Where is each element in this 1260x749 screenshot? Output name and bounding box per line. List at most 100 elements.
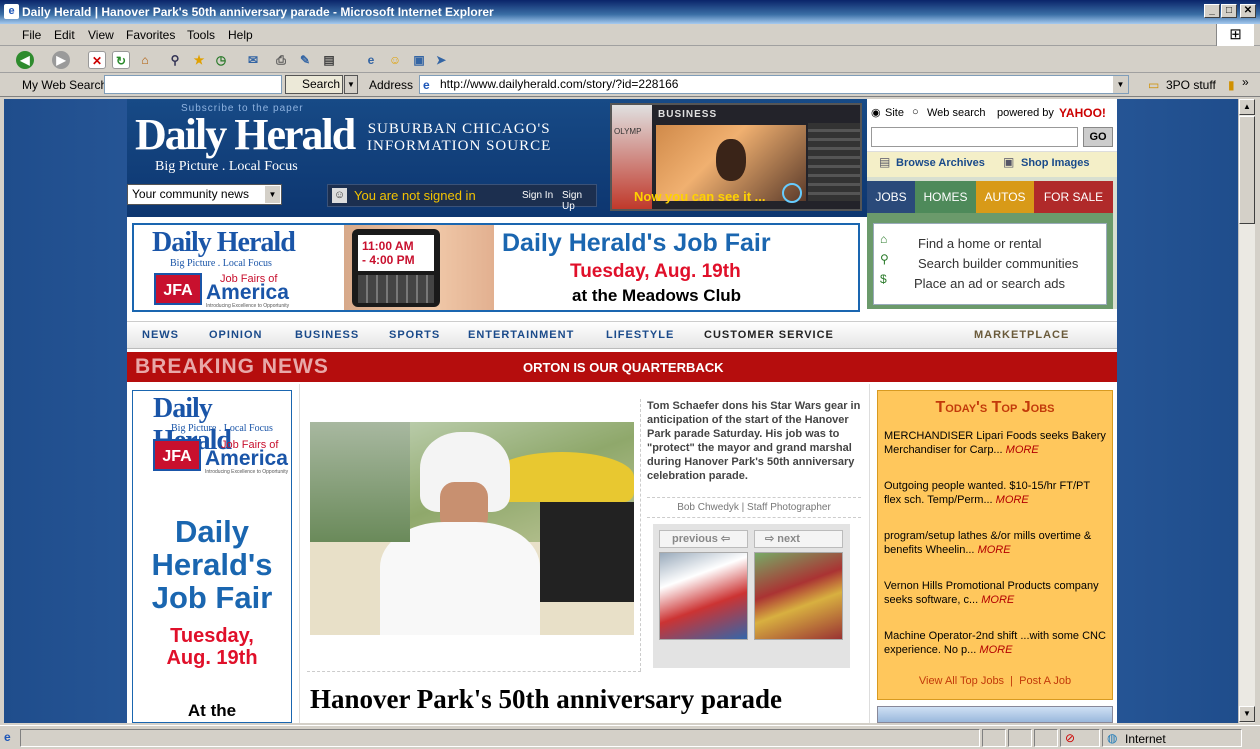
photo-gallery: previous ⇦ ⇨ next [653,524,850,668]
scroll-up-icon[interactable]: ▲ [1239,99,1255,115]
title-bar[interactable]: e Daily Herald | Hanover Park's 50th ann… [0,0,1260,24]
job-more-link[interactable]: MORE [996,494,1029,506]
menu-file[interactable]: File [22,28,41,42]
place-ad-link[interactable]: Place an ad or search ads [914,276,1065,291]
business-label: BUSINESS [658,109,718,120]
job-item[interactable]: program/setup lathes &/or mills overtime… [884,529,1108,557]
minimize-button[interactable]: _ [1204,4,1220,18]
web-search-radio[interactable]: ○ [912,106,919,118]
back-icon[interactable]: ◀ [16,51,34,69]
find-home-link[interactable]: Find a home or rental [918,236,1042,251]
sign-in-bar: ☺ You are not signed in Sign In Sign Up [327,184,597,212]
user-icon: ☺ [332,188,347,203]
sign-up-link[interactable]: Sign Up [562,190,596,212]
stop-icon[interactable]: ✕ [88,51,106,69]
vertical-scrollbar[interactable]: ▲ ▼ [1238,99,1255,723]
post-job-link[interactable]: Post A Job [1019,675,1071,687]
breaking-headline[interactable]: ORTON IS OUR QUARTERBACK [523,360,724,375]
job-fair-side-ad[interactable]: Daily Herald Big Picture . Local Focus J… [132,390,292,723]
job-more-link[interactable]: MORE [1006,444,1039,456]
job-item[interactable]: Machine Operator-2nd shift ...with some … [884,629,1108,657]
nav-business[interactable]: BUSINESS [295,329,359,341]
next-button[interactable]: ⇨ next [754,530,843,548]
tab-homes[interactable]: HOMES [915,181,976,213]
tab-jobs[interactable]: JOBS [867,181,915,213]
favorites-icon[interactable]: ★ [190,51,208,69]
view-all-jobs-link[interactable]: View All Top Jobs [919,675,1004,687]
community-news-select[interactable]: Your community news ▼ [127,184,282,205]
site-search-input[interactable] [871,127,1078,147]
play-icon[interactable] [782,183,802,203]
shop-images-link[interactable]: Shop Images [1021,157,1089,169]
security-zone-label: Internet [1125,732,1166,746]
cursor-icon[interactable]: ➤ [432,51,450,69]
address-toolbar: My Web Search Search ▼ Address e http://… [0,73,1260,97]
print-icon[interactable]: ⎙ [272,51,290,69]
address-dropdown-icon[interactable]: ▼ [1113,76,1128,93]
menu-tools[interactable]: Tools [187,28,215,42]
menu-edit[interactable]: Edit [54,28,75,42]
menu-view[interactable]: View [88,28,114,42]
job-more-link[interactable]: MORE [978,544,1011,556]
link-icon[interactable]: ▮ [1228,78,1235,92]
job-fair-banner[interactable]: Daily Herald Big Picture . Local Focus J… [132,223,860,312]
home-icon[interactable]: ⌂ [136,51,154,69]
nav-lifestyle[interactable]: LIFESTYLE [606,329,674,341]
address-input[interactable]: e http://www.dailyherald.com/story/?id=2… [419,75,1129,94]
nav-sports[interactable]: SPORTS [389,329,440,341]
tab-for-sale[interactable]: FOR SALE [1034,181,1113,213]
thumbnail-next[interactable] [754,552,843,640]
site-radio[interactable]: ◉ [871,106,881,119]
job-item[interactable]: Outgoing people wanted. $10-15/hr FT/PT … [884,479,1108,507]
go-button[interactable]: GO [1083,127,1113,147]
side-ad-title: Daily Herald's Job Fair [151,514,273,615]
nav-news[interactable]: NEWS [142,329,179,341]
history-icon[interactable]: ◷ [212,51,230,69]
sign-in-link[interactable]: Sign In [522,190,553,201]
job-item[interactable]: MERCHANDISER Lipari Foods seeks Bakery M… [884,429,1108,457]
research-icon[interactable]: e [362,51,380,69]
chevron-right-icon[interactable]: » [1242,75,1249,89]
slogan-line-2: INFORMATION SOURCE [367,138,552,154]
business-video-promo[interactable]: OLYMP BUSINESS Now you can see it ... [610,103,862,211]
nav-customer-service[interactable]: CUSTOMER SERVICE [704,329,834,341]
messenger-icon[interactable]: ☺ [386,51,404,69]
yahoo-logo: YAHOO! [1059,106,1106,120]
banner-logo: Daily Herald [152,227,296,258]
edit-icon[interactable]: ✎ [296,51,314,69]
popup-blocked-icon[interactable]: ⊘ [1060,729,1100,747]
breaking-news-bar[interactable]: BREAKING NEWS ORTON IS OUR QUARTERBACK [127,352,1117,382]
site-logo[interactable]: Daily Herald [135,111,356,159]
job-more-link[interactable]: MORE [979,644,1012,656]
close-button[interactable]: ✕ [1240,4,1256,18]
nav-opinion[interactable]: OPINION [209,329,262,341]
web-search-input[interactable] [104,75,282,94]
search-button[interactable]: Search [285,75,343,94]
side-ad-tagline: Big Picture . Local Focus [171,423,273,434]
refresh-icon[interactable]: ↻ [112,51,130,69]
mail-icon[interactable]: ✉ [244,51,262,69]
maximize-button[interactable]: □ [1221,4,1237,18]
search-icon[interactable]: ⚲ [166,51,184,69]
job-item[interactable]: Vernon Hills Promotional Products compan… [884,579,1108,607]
web-search-label: Web search [927,107,986,119]
nav-entertainment[interactable]: ENTERTAINMENT [468,329,574,341]
computer-icon[interactable]: ▣ [410,51,428,69]
previous-button[interactable]: previous ⇦ [659,530,748,548]
menu-help[interactable]: Help [228,28,253,42]
story-photo[interactable] [310,422,634,635]
browse-archives-link[interactable]: Browse Archives [896,157,985,169]
nav-marketplace[interactable]: MARKETPLACE [974,329,1069,341]
discuss-icon[interactable]: ▤ [320,51,338,69]
address-url: http://www.dailyherald.com/story/?id=228… [440,77,679,91]
job-more-link[interactable]: MORE [981,594,1014,606]
forward-icon[interactable]: ▶ [52,51,70,69]
search-dropdown-icon[interactable]: ▼ [344,75,358,94]
scroll-down-icon[interactable]: ▼ [1239,706,1255,722]
links-3po-stuff[interactable]: 3PO stuff [1166,78,1216,92]
thumbnail-previous[interactable] [659,552,748,640]
menu-favorites[interactable]: Favorites [126,28,175,42]
tab-autos[interactable]: AUTOS [976,181,1034,213]
builder-communities-link[interactable]: Search builder communities [918,256,1078,271]
scroll-thumb[interactable] [1239,116,1255,224]
